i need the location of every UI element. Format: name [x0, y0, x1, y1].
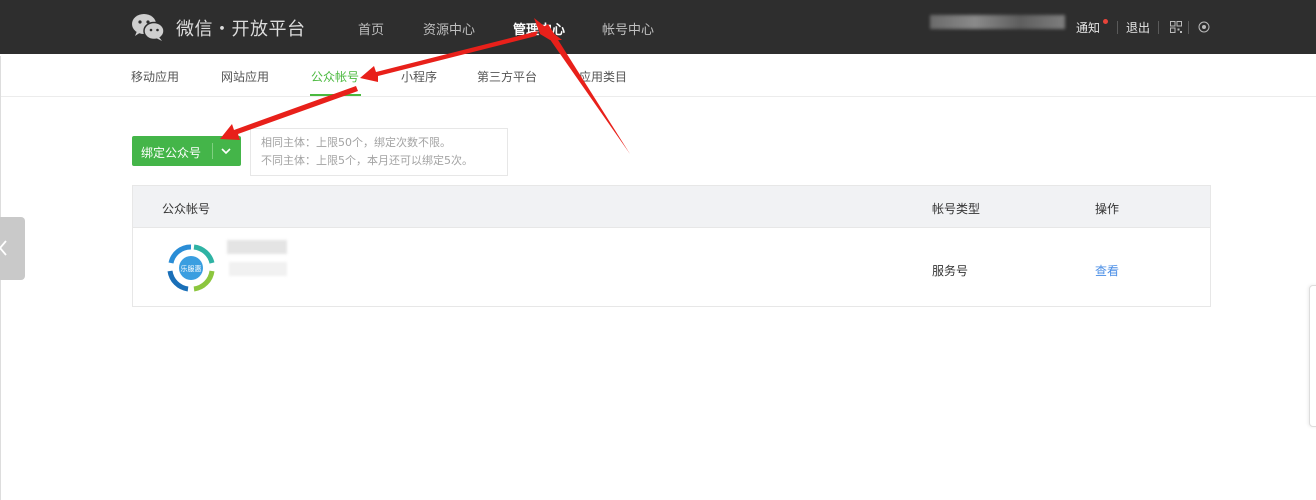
- col-header-type: 帐号类型: [932, 202, 981, 216]
- floating-side-tab[interactable]: [1309, 285, 1316, 427]
- bind-account-label: 绑定公众号: [141, 146, 202, 160]
- subnav-third-party[interactable]: 第三方平台: [477, 68, 537, 85]
- active-tab-underline: [310, 94, 361, 96]
- subnav-app-categories[interactable]: 应用类目: [579, 68, 627, 85]
- col-header-account: 公众帐号: [162, 202, 211, 216]
- account-name-redacted: [227, 240, 287, 254]
- divider: [1188, 21, 1189, 34]
- view-link[interactable]: 查看: [1095, 262, 1119, 279]
- globe-icon[interactable]: [1198, 21, 1210, 33]
- notify-link[interactable]: 通知: [1076, 19, 1100, 36]
- nav-account[interactable]: 帐号中心: [602, 19, 654, 38]
- nav-management[interactable]: 管理中心: [513, 19, 565, 38]
- sub-navigation: 移动应用 网站应用 公众帐号 小程序 第三方平台 应用类目: [0, 54, 1316, 97]
- nav-resources[interactable]: 资源中心: [423, 19, 475, 38]
- avatar-text: 乐服惠: [181, 264, 202, 273]
- qrcode-icon[interactable]: [1170, 21, 1182, 33]
- bind-account-button[interactable]: 绑定公众号: [132, 136, 241, 166]
- subnav-mobile-apps[interactable]: 移动应用: [131, 68, 179, 85]
- wechat-logo-icon: [132, 14, 165, 41]
- col-header-action: 操作: [1095, 202, 1120, 216]
- nav-home[interactable]: 首页: [358, 19, 384, 38]
- top-bar: 微信・开放平台 首页 资源中心 管理中心 帐号中心 通知 退出: [0, 0, 1316, 54]
- account-id-redacted: [229, 262, 287, 276]
- bind-limits-tip: 相同主体：上限50个，绑定次数不限。 不同主体：上限5个，本月还可以绑定5次。: [250, 128, 508, 176]
- divider: [1117, 21, 1118, 34]
- button-divider: [212, 143, 213, 159]
- tip-line-same-entity: 相同主体：上限50个，绑定次数不限。: [261, 136, 451, 149]
- subnav-web-apps[interactable]: 网站应用: [221, 68, 269, 85]
- account-avatar: 乐服惠: [167, 244, 215, 292]
- table-header: 公众帐号 帐号类型 操作: [133, 186, 1210, 228]
- subnav-mini-programs[interactable]: 小程序: [401, 68, 437, 85]
- username-redacted: [930, 15, 1065, 29]
- notify-dot: [1103, 19, 1108, 24]
- logout-link[interactable]: 退出: [1126, 19, 1150, 36]
- tip-line-different-entity: 不同主体：上限5个，本月还可以绑定5次。: [261, 154, 473, 167]
- divider: [1158, 21, 1159, 34]
- brand-title[interactable]: 微信・开放平台: [176, 15, 306, 41]
- chevron-left-icon: [0, 240, 7, 256]
- subnav-official-accounts[interactable]: 公众帐号: [311, 68, 359, 85]
- collapse-sidebar-tab[interactable]: [0, 217, 25, 280]
- chevron-down-icon[interactable]: [220, 145, 232, 157]
- accounts-table: 公众帐号 帐号类型 操作 乐服惠 服务号 查看: [132, 185, 1211, 307]
- account-type: 服务号: [932, 264, 969, 278]
